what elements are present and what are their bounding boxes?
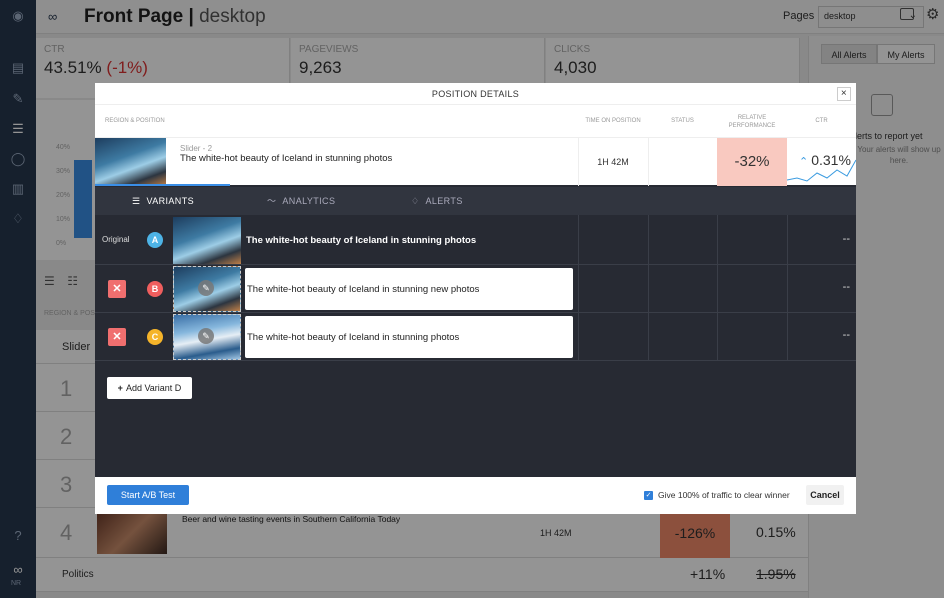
col-region: REGION & POSITION <box>105 118 165 124</box>
close-button[interactable]: × <box>837 87 851 101</box>
position-thumbnail <box>95 138 166 186</box>
bell-icon: ♢ <box>411 196 420 206</box>
variant-b-title-input[interactable] <box>245 268 573 310</box>
variant-c-title-input[interactable] <box>245 316 573 358</box>
remove-variant-c-button[interactable]: ✕ <box>108 328 126 346</box>
edit-image-icon[interactable]: ✎ <box>198 280 214 296</box>
variant-badge: A <box>147 232 163 248</box>
tab-label: ANALYTICS <box>282 196 336 206</box>
list-icon: ☰ <box>132 196 141 206</box>
position-performance: -32% <box>717 138 787 186</box>
position-row: Slider - 2 The white-hot beauty of Icela… <box>95 137 856 186</box>
traffic-checkbox[interactable]: ✓ <box>644 491 653 500</box>
ctr-sparkline <box>787 159 856 182</box>
variant-value: -- <box>842 233 850 245</box>
variant-row-c: ✕ C ✎ -- <box>95 313 856 361</box>
variant-badge: C <box>147 329 163 345</box>
variant-row-a: Original A The white-hot beauty of Icela… <box>95 217 856 265</box>
cancel-button[interactable]: Cancel <box>806 485 844 505</box>
tab-label: VARIANTS <box>146 196 195 206</box>
col-status: STATUS <box>671 118 694 124</box>
plus-icon: + <box>117 383 123 393</box>
variant-badge: B <box>147 281 163 297</box>
tab-alerts[interactable]: ♢ ALERTS <box>411 187 463 215</box>
add-variant-button[interactable]: + Add Variant D <box>107 377 192 399</box>
col-performance: RELATIVE PERFORMANCE <box>728 115 776 129</box>
variant-label: Original <box>102 235 130 244</box>
position-details-modal: POSITION DETAILS × REGION & POSITION TIM… <box>95 83 856 514</box>
tab-analytics[interactable]: 〜 ANALYTICS <box>267 187 335 215</box>
position-time: 1H 42M <box>597 157 629 167</box>
edit-image-icon[interactable]: ✎ <box>198 328 214 344</box>
variant-row-b: ✕ B ✎ -- <box>95 265 856 313</box>
variant-thumbnail <box>173 217 241 264</box>
modal-tabs: ☰ VARIANTS 〜 ANALYTICS ♢ ALERTS <box>95 187 856 215</box>
tab-label: ALERTS <box>425 196 463 206</box>
divider <box>648 138 649 186</box>
add-variant-label: Add Variant D <box>125 383 182 393</box>
remove-variant-b-button[interactable]: ✕ <box>108 280 126 298</box>
trend-icon: 〜 <box>267 196 277 206</box>
col-time: TIME ON POSITION <box>585 118 641 124</box>
column-headers: REGION & POSITION TIME ON POSITION STATU… <box>95 105 856 137</box>
variant-value: -- <box>842 281 850 293</box>
position-slot: Slider - 2 <box>180 144 213 153</box>
modal-title: POSITION DETAILS <box>431 89 520 99</box>
position-title: The white-hot beauty of Iceland in stunn… <box>180 153 393 164</box>
traffic-checkbox-label[interactable]: Give 100% of traffic to clear winner <box>658 490 790 500</box>
col-ctr: CTR <box>815 118 828 124</box>
tab-underline <box>95 184 230 186</box>
tab-variants[interactable]: ☰ VARIANTS <box>132 187 194 215</box>
modal-footer: Start A/B Test ✓ Give 100% of traffic to… <box>95 477 856 514</box>
modal-header: POSITION DETAILS × <box>95 83 856 105</box>
start-ab-test-button[interactable]: Start A/B Test <box>107 485 189 505</box>
variant-value: -- <box>842 329 850 341</box>
variant-title: The white-hot beauty of Iceland in stunn… <box>246 235 477 246</box>
